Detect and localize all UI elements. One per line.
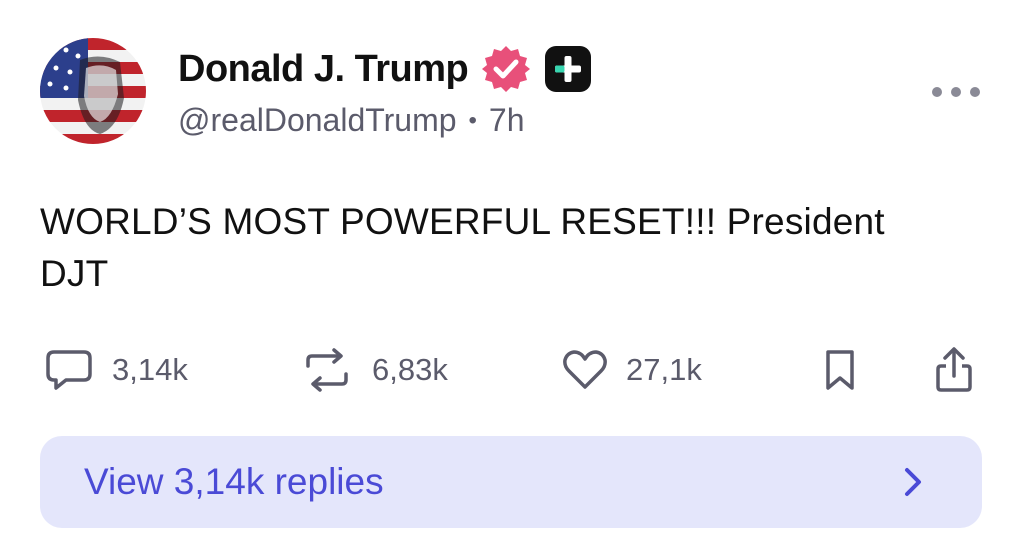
bookmark-button[interactable]	[822, 340, 858, 400]
reply-button[interactable]: 3,14k	[44, 340, 188, 400]
post-actions-bar: 3,14k 6,83k 27,1k	[0, 340, 1024, 400]
more-options-button[interactable]	[932, 80, 980, 104]
heart-icon	[563, 350, 607, 389]
author-display-name[interactable]: Donald J. Trump	[178, 48, 469, 91]
post-timestamp: 7h	[488, 102, 525, 138]
bookmark-icon	[826, 350, 854, 390]
plus-badge-icon	[545, 46, 592, 92]
post-card: Donald J. Trump @realDonaldTrump • 7h WO…	[0, 0, 1024, 551]
more-dot-icon	[970, 87, 980, 97]
repost-button[interactable]: 6,83k	[300, 340, 448, 400]
repost-icon	[306, 348, 348, 392]
comment-icon	[46, 350, 92, 390]
avatar-image	[40, 38, 146, 144]
view-replies-label: View 3,14k replies	[84, 461, 384, 502]
avatar[interactable]	[40, 38, 146, 144]
share-button[interactable]	[934, 340, 974, 400]
view-replies-button[interactable]: View 3,14k replies	[40, 436, 982, 528]
like-count: 27,1k	[626, 352, 702, 387]
author-meta-row: @realDonaldTrump • 7h	[178, 102, 525, 139]
chevron-right-icon	[905, 468, 921, 496]
meta-separator: •	[468, 106, 477, 134]
repost-count: 6,83k	[372, 352, 448, 387]
author-name-row: Donald J. Trump	[178, 44, 592, 94]
post-text-line: WORLD’S MOST POWERFUL RESET!!! President	[40, 201, 885, 242]
verified-badge-icon	[482, 46, 531, 92]
like-button[interactable]: 27,1k	[562, 340, 702, 400]
more-dot-icon	[932, 87, 942, 97]
share-icon	[936, 347, 972, 392]
post-text-line: DJT	[40, 253, 109, 294]
more-dot-icon	[951, 87, 961, 97]
author-handle[interactable]: @realDonaldTrump	[178, 102, 457, 139]
post-text: WORLD’S MOST POWERFUL RESET!!! President…	[40, 196, 960, 300]
reply-count: 3,14k	[112, 352, 188, 387]
